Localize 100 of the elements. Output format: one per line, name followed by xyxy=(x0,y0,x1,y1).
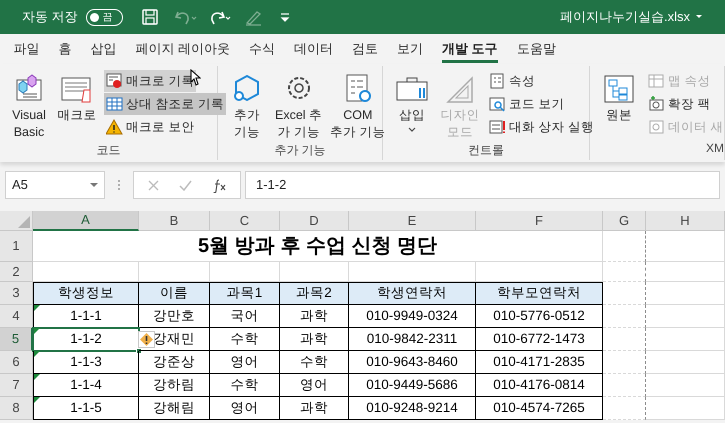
empty-cell[interactable] xyxy=(603,374,646,397)
ribbon-button[interactable]: COM 추가 기능 xyxy=(327,70,389,141)
table-cell: 강하림 xyxy=(139,374,210,397)
header-cell: 학생정보 xyxy=(33,282,139,305)
ribbon-tab[interactable]: 페이지 레이아웃 xyxy=(126,34,240,64)
table-cell: 1-1-5 xyxy=(33,397,139,420)
dialog-icon xyxy=(489,119,506,135)
column-header[interactable]: E xyxy=(349,211,476,231)
column-header[interactable]: A xyxy=(33,211,139,231)
ribbon-button[interactable]: 추가 기능 xyxy=(224,70,270,141)
group-label: 추가 기능 xyxy=(274,142,326,159)
properties-icon xyxy=(489,73,506,89)
ribbon-button[interactable]: Excel 추 가 기능 xyxy=(272,70,326,141)
header-cell: 과목2 xyxy=(280,282,349,305)
ribbon-button[interactable]: 삽입 xyxy=(389,70,435,133)
table-cell: 과학 xyxy=(280,328,349,351)
table-cell: 과학 xyxy=(280,397,349,420)
ribbon-button[interactable]: 매크로 xyxy=(54,70,100,124)
table-cell: 010-9842-2311 xyxy=(349,328,476,351)
table-cell: 영어 xyxy=(280,374,349,397)
sheet-title: 5월 방과 후 수업 신청 명단 xyxy=(33,231,603,262)
ribbon-tab[interactable]: 수식 xyxy=(240,34,285,64)
autosave-toggle[interactable]: 끔 xyxy=(86,8,123,26)
ribbon-button[interactable]: Visual Basic xyxy=(6,70,52,141)
function-icon xyxy=(212,178,226,192)
table-cell: 010-4171-2835 xyxy=(476,351,603,374)
grip-icon xyxy=(117,178,121,192)
error-alert-icon[interactable] xyxy=(138,331,155,348)
table-cell: 010-9643-8460 xyxy=(349,351,476,374)
ribbon-tab[interactable]: 개발 도구 xyxy=(432,34,508,64)
empty-cell[interactable] xyxy=(603,328,646,351)
table-cell: 1-1-1 xyxy=(33,305,139,328)
group-label: 코드 xyxy=(96,142,120,159)
ribbon-tab[interactable]: 데이터 xyxy=(284,34,343,64)
row-header[interactable]: 8 xyxy=(0,397,33,420)
row-header[interactable]: 3 xyxy=(0,282,33,305)
row-header[interactable]: 5 xyxy=(0,328,33,351)
header-cell: 학생연락처 xyxy=(349,282,476,305)
formula-input[interactable]: 1-1-2 xyxy=(245,171,720,199)
column-header[interactable]: H xyxy=(646,211,725,231)
row-header[interactable]: 2 xyxy=(0,262,33,282)
caret-icon xyxy=(695,13,703,21)
ribbon-tab[interactable]: 검토 xyxy=(342,34,388,64)
row-header[interactable]: 6 xyxy=(0,351,33,374)
magnifier-icon xyxy=(489,96,506,112)
ribbon-tab[interactable]: 홈 xyxy=(49,34,81,64)
caret-icon xyxy=(90,183,98,187)
column-header[interactable]: D xyxy=(280,211,349,231)
table-cell: 수학 xyxy=(210,374,280,397)
group-label: XM xyxy=(706,140,724,157)
table-cell: 1-1-2 xyxy=(33,328,139,351)
customize-icon xyxy=(278,11,291,23)
record-icon xyxy=(106,73,123,89)
empty-cell[interactable] xyxy=(603,262,646,282)
table-cell: 강준상 xyxy=(139,351,210,374)
autosave-label: 자동 저장 xyxy=(22,8,78,26)
column-header[interactable]: C xyxy=(210,211,280,231)
select-all-icon xyxy=(18,216,30,228)
warning-icon xyxy=(106,119,123,135)
table-cell: 010-4574-7265 xyxy=(476,397,603,420)
ribbon-tab[interactable]: 도움말 xyxy=(507,34,566,64)
table-cell: 영어 xyxy=(210,351,280,374)
table-icon xyxy=(106,96,123,112)
ribbon-button[interactable]: 코드 보기 xyxy=(487,93,566,115)
name-box-value: A5 xyxy=(12,176,28,194)
file-name: 페이지나누기실습.xlsx xyxy=(560,8,690,26)
ribbon-button[interactable]: 매크로 보안 xyxy=(104,116,196,138)
table-cell: 010-9248-9214 xyxy=(349,397,476,420)
column-header[interactable]: B xyxy=(139,211,210,231)
empty-cell[interactable] xyxy=(603,305,646,328)
row-header[interactable]: 7 xyxy=(0,374,33,397)
name-box[interactable]: A5 xyxy=(5,171,105,199)
table-cell: 강만호 xyxy=(139,305,210,328)
table-cell: 1-1-3 xyxy=(33,351,139,374)
empty-cell[interactable] xyxy=(603,351,646,374)
table-cell: 010-5776-0512 xyxy=(476,305,603,328)
ribbon-button[interactable]: 확장 팩 xyxy=(646,93,712,115)
ribbon-tab[interactable]: 보기 xyxy=(388,34,433,64)
table-cell: 강해림 xyxy=(139,397,210,420)
ribbon-button[interactable]: 속성 xyxy=(487,70,537,92)
table-cell: 010-9949-0324 xyxy=(349,305,476,328)
table-cell: 1-1-4 xyxy=(33,374,139,397)
save-icon xyxy=(140,8,159,26)
column-header[interactable]: F xyxy=(476,211,603,231)
row-header[interactable]: 4 xyxy=(0,305,33,328)
ribbon-button[interactable]: 대화 상자 실행 xyxy=(487,116,596,138)
ribbon-button[interactable]: 상대 참조로 기록 xyxy=(104,93,226,115)
table-cell: 영어 xyxy=(210,397,280,420)
row-header[interactable]: 1 xyxy=(0,231,33,262)
table-cell: 010-4176-0814 xyxy=(476,374,603,397)
table-cell: 수학 xyxy=(280,351,349,374)
ribbon-button[interactable]: 원본 xyxy=(596,70,642,124)
empty-cell[interactable] xyxy=(603,397,646,420)
empty-cell[interactable] xyxy=(603,231,646,262)
column-header[interactable]: G xyxy=(603,211,646,231)
ribbon-tab[interactable]: 파일 xyxy=(4,34,49,64)
table-cell: 수학 xyxy=(210,328,280,351)
header-cell: 이름 xyxy=(139,282,210,305)
table-cell: 과학 xyxy=(280,305,349,328)
ribbon-tab[interactable]: 삽입 xyxy=(81,34,126,64)
